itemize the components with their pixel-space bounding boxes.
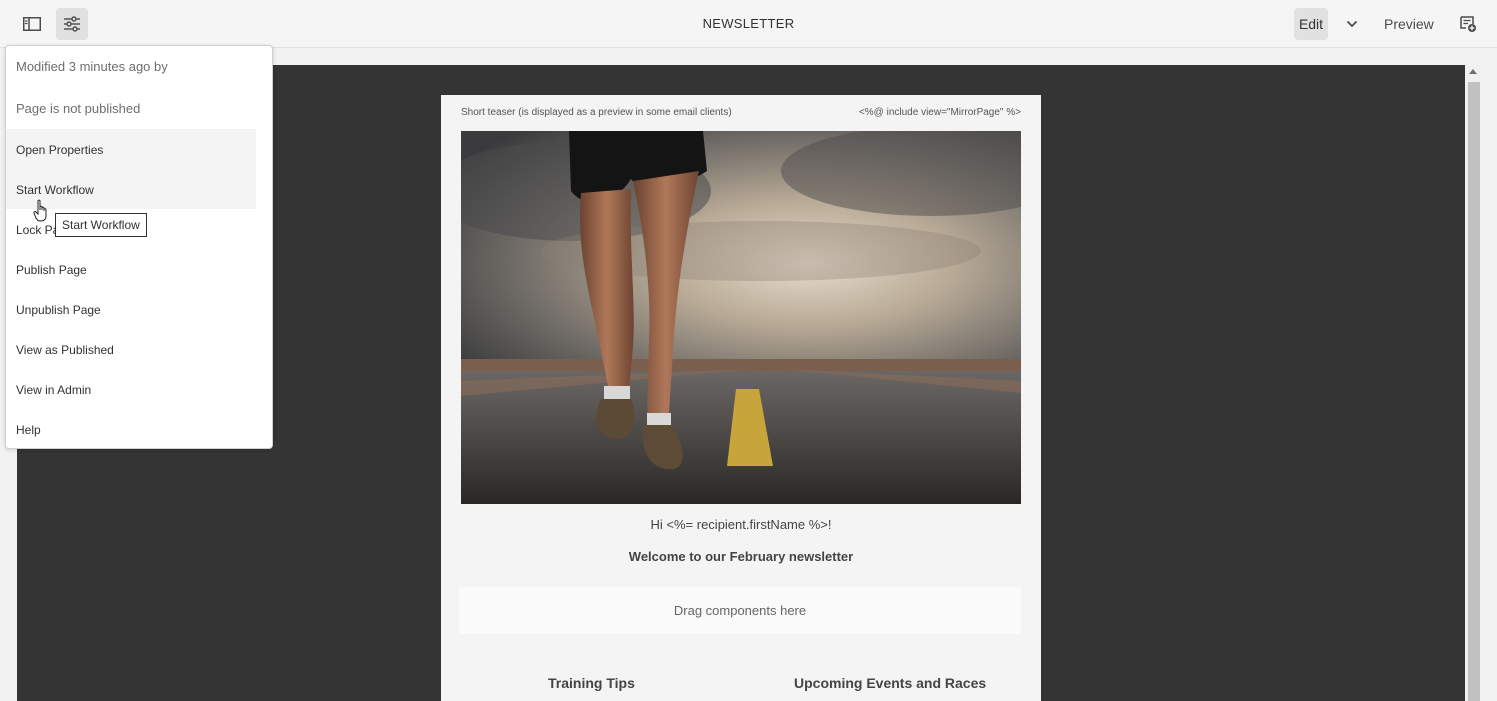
start-workflow-tooltip: Start Workflow — [55, 213, 147, 237]
scroll-up-arrow-icon[interactable] — [1469, 69, 1477, 74]
editor-toolbar: NEWSLETTER Edit Preview — [0, 0, 1497, 48]
page-information-popover: Modified 3 minutes ago by Page is not pu… — [5, 45, 273, 449]
menu-item-start-workflow[interactable]: Start Workflow — [16, 183, 94, 197]
menu-hover-highlight — [6, 129, 256, 209]
hero-image[interactable] — [461, 131, 1021, 504]
menu-item-open-properties[interactable]: Open Properties — [16, 143, 103, 157]
mode-dropdown-button[interactable] — [1338, 8, 1366, 40]
mirror-page-include[interactable]: <%@ include view="MirrorPage" %> — [859, 107, 1021, 118]
publish-status: Page is not published — [16, 101, 141, 116]
newsletter-email: Short teaser (is displayed as a preview … — [441, 95, 1041, 701]
scrollbar-thumb[interactable] — [1468, 82, 1480, 701]
menu-item-help[interactable]: Help — [16, 423, 41, 437]
annotate-button[interactable] — [1454, 8, 1482, 40]
menu-item-view-as-published[interactable]: View as Published — [16, 343, 114, 357]
welcome-heading[interactable]: Welcome to our February newsletter — [441, 549, 1041, 564]
column-title-training-tips[interactable]: Training Tips — [548, 675, 635, 691]
column-title-upcoming-events[interactable]: Upcoming Events and Races — [794, 675, 986, 691]
edit-mode-button[interactable]: Edit — [1294, 8, 1328, 40]
menu-item-publish-page[interactable]: Publish Page — [16, 263, 87, 277]
component-dropzone[interactable]: Drag components here — [459, 587, 1021, 634]
page-title: NEWSLETTER — [702, 16, 795, 31]
chevron-down-icon — [1346, 20, 1358, 28]
menu-item-unpublish-page[interactable]: Unpublish Page — [16, 303, 101, 317]
runner-on-road-image — [461, 131, 1021, 504]
preview-button[interactable]: Preview — [1384, 8, 1434, 40]
email-teaser[interactable]: Short teaser (is displayed as a preview … — [461, 107, 732, 118]
annotate-icon — [1460, 16, 1476, 32]
modified-info: Modified 3 minutes ago by — [16, 59, 168, 74]
greeting-text[interactable]: Hi <%= recipient.firstName %>! — [441, 517, 1041, 532]
hand-cursor-icon — [33, 199, 47, 222]
menu-item-view-in-admin[interactable]: View in Admin — [16, 383, 91, 397]
